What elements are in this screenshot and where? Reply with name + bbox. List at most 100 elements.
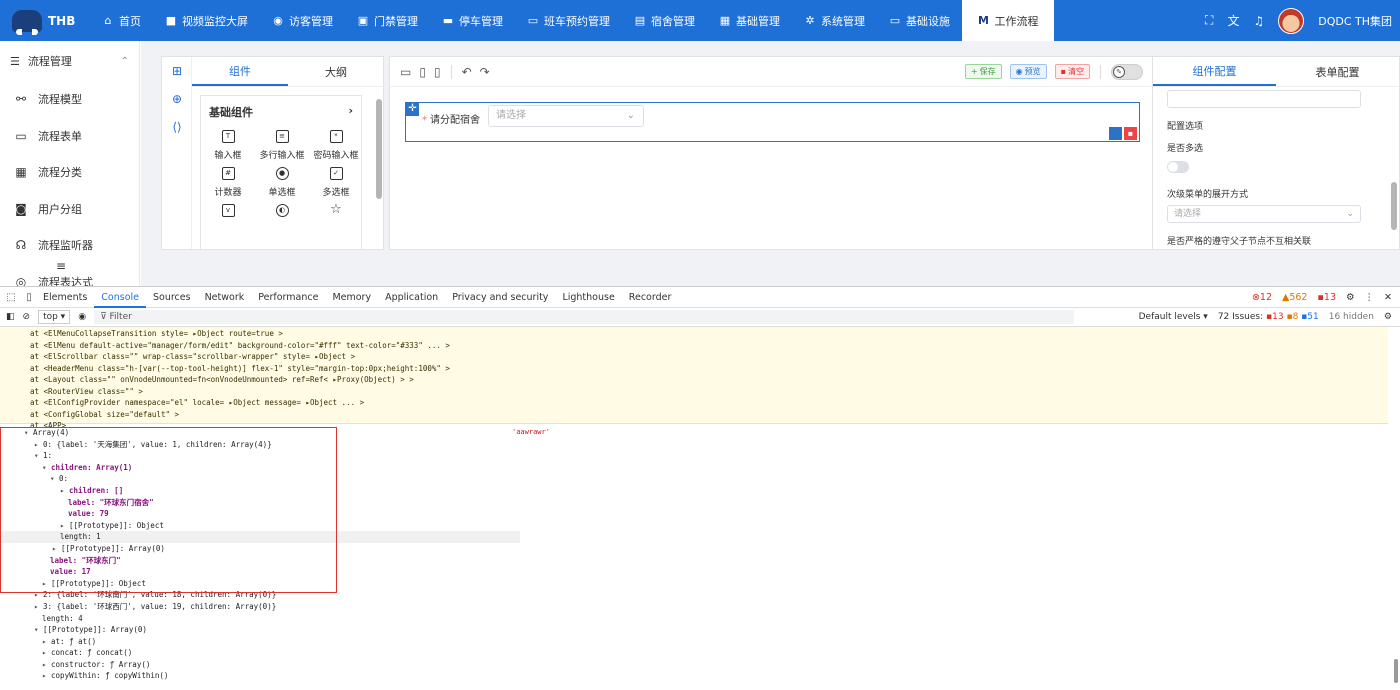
component-item[interactable]: * 密码输入框 <box>309 130 363 161</box>
globe-icon[interactable]: ⊕ <box>162 85 192 113</box>
warning-count[interactable]: ▲562 <box>1282 292 1307 303</box>
settings-gear-icon[interactable]: ⚙ <box>1346 292 1355 303</box>
close-icon[interactable]: ✕ <box>1384 292 1392 303</box>
devtools-tab-sources[interactable]: Sources <box>146 287 198 308</box>
username[interactable]: DQDC TH集团 <box>1318 13 1392 29</box>
component-item[interactable]: ☆ <box>309 203 363 222</box>
nav-item-4[interactable]: ▬ 停车管理 <box>430 0 515 41</box>
devtools-tab-application[interactable]: Application <box>378 287 445 308</box>
sidebar-toggle-icon[interactable]: ◧ <box>6 312 15 322</box>
devtools-tab-elements[interactable]: Elements <box>36 287 94 308</box>
phone-icon[interactable]: ▯ <box>434 65 441 79</box>
multiple-switch[interactable] <box>1167 161 1189 173</box>
issues-label[interactable]: 72 Issues: ▪13 ▪8 ▪51 <box>1218 312 1319 322</box>
info-count[interactable]: ▪13 <box>1317 292 1336 303</box>
devtools-tab-console[interactable]: Console <box>94 287 146 308</box>
undo-icon[interactable]: ↶ <box>462 65 472 79</box>
laptop-icon[interactable]: ▭ <box>400 65 411 79</box>
nav-item-0[interactable]: ⌂ 首页 <box>90 0 153 41</box>
delete-item-button[interactable]: ▪ <box>1124 127 1137 140</box>
bell-icon[interactable]: ♫ <box>1253 14 1264 28</box>
nav-item-7[interactable]: ▦ 基础管理 <box>707 0 792 41</box>
sidebar-item-1[interactable]: ▭ 流程表单 <box>0 118 139 155</box>
nav-item-8[interactable]: ✲ 系统管理 <box>792 0 877 41</box>
fullscreen-icon[interactable]: ⛶ <box>1205 13 1213 28</box>
sidebar-item-2[interactable]: ▦ 流程分类 <box>0 154 139 191</box>
collapse-menu-icon[interactable]: ≡ <box>56 259 66 273</box>
edit-mode-toggle[interactable]: ✎ <box>1111 63 1143 80</box>
expand-arrow-icon[interactable]: ▸ <box>42 637 51 646</box>
console-scrollbar[interactable] <box>1394 659 1398 683</box>
inspect-icon[interactable]: ⬚ <box>4 292 18 303</box>
nav-item-3[interactable]: ▣ 门禁管理 <box>345 0 430 41</box>
redo-icon[interactable]: ↷ <box>480 65 490 79</box>
devtools-tab-network[interactable]: Network <box>198 287 252 308</box>
expand-arrow-icon[interactable]: ▸ <box>34 602 43 611</box>
tree-row[interactable]: length: 4 <box>0 613 520 625</box>
tab-form-config[interactable]: 表单配置 <box>1276 57 1399 86</box>
expand-arrow-icon[interactable]: ▾ <box>34 625 43 634</box>
devtools-tab-privacy-and-security[interactable]: Privacy and security <box>445 287 555 308</box>
devtools-tab-recorder[interactable]: Recorder <box>622 287 679 308</box>
tree-row[interactable]: ▸ concat: ƒ concat() <box>0 647 520 659</box>
tree-row[interactable]: ▸ copyWithin: ƒ copyWithin() <box>0 670 520 682</box>
grid-icon[interactable]: ⊞ <box>162 57 192 85</box>
sidebar-item-5[interactable]: ◎ 流程表达式 <box>0 264 139 286</box>
nav-item-1[interactable]: ■ 视频监控大屏 <box>153 0 260 41</box>
code-icon[interactable]: ⟨⟩ <box>162 113 192 141</box>
device-toggle-icon[interactable]: ▯ <box>22 292 36 303</box>
devtools-tab-lighthouse[interactable]: Lighthouse <box>555 287 621 308</box>
error-count[interactable]: ⊗12 <box>1252 292 1272 303</box>
filter-input[interactable]: ⊽ Filter <box>94 310 1075 324</box>
component-item[interactable]: ≡ 多行输入框 <box>255 130 309 161</box>
component-item[interactable]: T 输入框 <box>201 130 255 161</box>
panel-scrollbar[interactable] <box>376 99 382 199</box>
drag-handle-icon[interactable]: ✛ <box>406 103 419 116</box>
component-item[interactable]: ✓ 多选框 <box>309 167 363 198</box>
expand-trigger-select[interactable]: 请选择 ⌄ <box>1167 205 1361 223</box>
context-select[interactable]: top ▾ <box>38 310 71 324</box>
tab-components[interactable]: 组件 <box>192 57 288 86</box>
devtools-tab-memory[interactable]: Memory <box>325 287 378 308</box>
nav-item-5[interactable]: ▭ 班车预约管理 <box>515 0 622 41</box>
component-item[interactable]: v <box>201 204 255 222</box>
basic-components-header[interactable]: 基础组件 › <box>201 96 361 128</box>
component-item[interactable]: ● 单选框 <box>255 167 309 198</box>
clear-console-icon[interactable]: ⊘ <box>23 312 31 322</box>
tree-row[interactable]: ▸ 3: {label: '环球西门', value: 19, children… <box>0 601 520 613</box>
save-button[interactable]: + 保存 <box>964 64 1002 79</box>
sidebar-item-0[interactable]: ⚯ 流程模型 <box>0 81 139 118</box>
clear-button[interactable]: ▪ 清空 <box>1054 64 1090 79</box>
dorm-cascader-select[interactable]: 请选择 ⌄ <box>488 105 644 127</box>
devtools-tab-performance[interactable]: Performance <box>251 287 325 308</box>
config-input[interactable] <box>1167 90 1361 108</box>
copy-item-button[interactable] <box>1109 127 1122 140</box>
nav-item-9[interactable]: ▭ 基础设施 <box>877 0 962 41</box>
tab-component-config[interactable]: 组件配置 <box>1153 57 1276 86</box>
expand-arrow-icon[interactable]: ▸ <box>42 671 51 680</box>
component-item[interactable]: # 计数器 <box>201 167 255 198</box>
nav-item-6[interactable]: ▤ 宿舍管理 <box>622 0 707 41</box>
sidebar-item-3[interactable]: ◙ 用户分组 <box>0 191 139 228</box>
expand-arrow-icon[interactable]: ▸ <box>42 660 51 669</box>
sidebar-group-header[interactable]: ☰ 流程管理 ⌃ <box>0 41 139 81</box>
logo[interactable]: THB <box>0 9 90 35</box>
tree-row[interactable]: ▸ at: ƒ at() <box>0 636 520 648</box>
tree-row[interactable]: ▾ [[Prototype]]: Array(0) <box>0 624 520 636</box>
eye-icon[interactable]: ◉ <box>78 312 86 322</box>
console-settings-icon[interactable]: ⚙ <box>1384 312 1392 322</box>
sidebar-item-4[interactable]: ☊ 流程监听器 <box>0 227 139 264</box>
selected-form-item[interactable]: ✛ * 请分配宿舍 请选择 ⌄ ▪ <box>405 102 1140 142</box>
avatar[interactable] <box>1278 7 1305 34</box>
language-icon[interactable]: 文 <box>1227 12 1239 29</box>
component-item[interactable]: ◐ <box>255 204 309 222</box>
tablet-icon[interactable]: ▯ <box>419 65 426 79</box>
more-vertical-icon[interactable]: ⋮ <box>1365 292 1375 303</box>
config-scrollbar[interactable] <box>1391 182 1397 230</box>
tab-outline[interactable]: 大纲 <box>288 57 384 86</box>
expand-arrow-icon[interactable]: ▸ <box>42 648 51 657</box>
tree-row[interactable]: ▸ constructor: ƒ Array() <box>0 659 520 671</box>
levels-select[interactable]: Default levels ▾ <box>1139 312 1208 322</box>
nav-item-2[interactable]: ◉ 访客管理 <box>260 0 345 41</box>
nav-item-10[interactable]: M 工作流程 <box>962 0 1054 41</box>
